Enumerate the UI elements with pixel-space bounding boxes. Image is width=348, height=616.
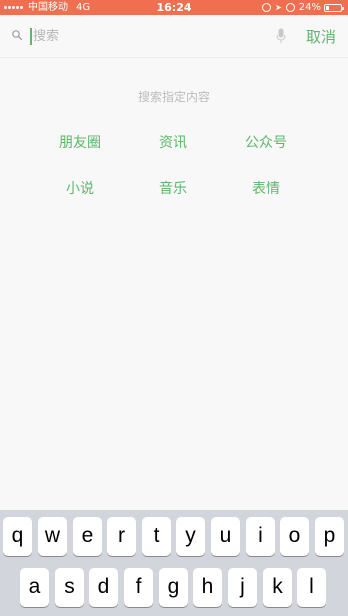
- key-w[interactable]: w: [38, 517, 67, 556]
- wechat-search-screen: 中国移动 4G 16:24 ➤ 24% 搜索 取消 搜索指定内容 朋友圈 资讯 …: [0, 0, 348, 616]
- cancel-button[interactable]: 取消: [306, 26, 336, 47]
- text-cursor: [30, 28, 32, 45]
- key-r[interactable]: r: [107, 517, 136, 556]
- key-u[interactable]: u: [211, 517, 240, 556]
- key-l[interactable]: l: [297, 568, 326, 607]
- filter-novels[interactable]: 小说: [50, 178, 110, 198]
- search-icon: [12, 30, 22, 40]
- key-p[interactable]: p: [315, 517, 344, 556]
- battery-percent: 24%: [298, 2, 321, 13]
- filter-stickers[interactable]: 表情: [236, 178, 296, 198]
- orientation-lock-icon: [262, 3, 272, 12]
- key-o[interactable]: o: [280, 517, 309, 556]
- key-t[interactable]: t: [142, 517, 171, 556]
- search-header: 取消: [0, 15, 348, 58]
- key-q[interactable]: q: [3, 517, 32, 556]
- key-d[interactable]: d: [89, 568, 118, 607]
- status-bar: 中国移动 4G 16:24 ➤ 24%: [0, 0, 348, 15]
- search-hint: 搜索指定内容: [137, 90, 210, 104]
- location-icon: ➤: [275, 3, 282, 12]
- key-f[interactable]: f: [124, 568, 153, 607]
- battery-icon: [324, 3, 344, 12]
- key-y[interactable]: y: [176, 517, 205, 556]
- key-g[interactable]: g: [159, 568, 188, 607]
- status-right: ➤ 24%: [258, 0, 344, 15]
- key-i[interactable]: i: [246, 517, 275, 556]
- keyboard: q w e r t y u i o p a s d f g h j k l: [0, 510, 348, 616]
- key-s[interactable]: s: [55, 568, 84, 607]
- key-h[interactable]: h: [193, 568, 222, 607]
- key-j[interactable]: j: [228, 568, 257, 607]
- filter-moments[interactable]: 朋友圈: [50, 132, 110, 152]
- alarm-icon: [285, 3, 295, 12]
- key-a[interactable]: a: [20, 568, 49, 607]
- key-k[interactable]: k: [263, 568, 292, 607]
- filter-articles[interactable]: 资讯: [143, 132, 203, 152]
- key-e[interactable]: e: [73, 517, 102, 556]
- filter-music[interactable]: 音乐: [143, 178, 203, 198]
- search-box[interactable]: [8, 23, 296, 49]
- search-input[interactable]: [33, 25, 263, 47]
- battery-fill: [326, 5, 330, 10]
- filter-official-accounts[interactable]: 公众号: [236, 132, 296, 152]
- microphone-icon[interactable]: [276, 28, 286, 44]
